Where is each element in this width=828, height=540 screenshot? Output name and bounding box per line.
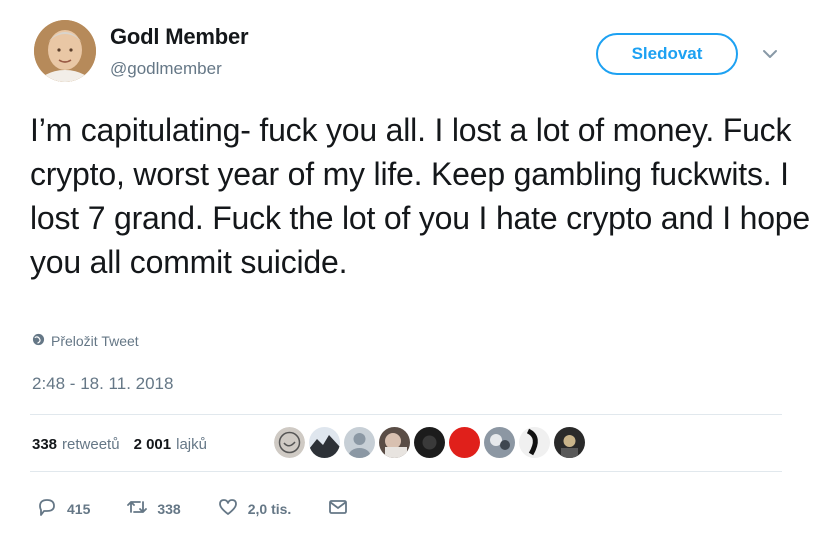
retweets-label[interactable]: retweetů — [62, 436, 120, 453]
liker-avatar[interactable] — [274, 427, 305, 458]
follow-button[interactable]: Sledovat — [596, 33, 738, 75]
divider — [30, 471, 782, 472]
liker-avatar[interactable] — [379, 427, 410, 458]
liker-avatar[interactable] — [449, 427, 480, 458]
message-icon — [327, 497, 349, 520]
timestamp[interactable]: 2:48 - 18. 11. 2018 — [32, 374, 173, 394]
like-count: 2,0 tis. — [247, 500, 292, 517]
translate-tweet-link[interactable]: Přeložit Tweet — [32, 333, 139, 349]
divider — [30, 414, 782, 415]
liker-avatar[interactable] — [309, 427, 340, 458]
retweets-count[interactable]: 338 — [32, 436, 57, 453]
direct-message-button[interactable] — [327, 497, 349, 520]
heart-icon — [217, 497, 239, 520]
globe-icon — [32, 333, 45, 349]
tweet-card: Godl Member @godlmember Sledovat I’m cap… — [0, 0, 828, 540]
like-button[interactable]: 2,0 tis. — [217, 497, 292, 520]
engagement-stats: 338 retweetů 2 001 lajků — [32, 436, 221, 453]
likes-count[interactable]: 2 001 — [134, 436, 172, 453]
retweet-icon — [126, 497, 148, 520]
reply-icon — [36, 497, 58, 520]
liker-avatar[interactable] — [519, 427, 550, 458]
tweet-text: I’m capitulating- fuck you all. I lost a… — [30, 112, 810, 280]
retweet-button[interactable]: 338 — [126, 497, 181, 520]
avatar[interactable] — [34, 20, 96, 82]
display-name[interactable]: Godl Member — [110, 24, 249, 50]
user-handle[interactable]: @godlmember — [110, 59, 222, 79]
retweet-count: 338 — [157, 500, 181, 517]
chevron-down-icon[interactable] — [758, 44, 782, 64]
reply-button[interactable]: 415 — [36, 497, 90, 520]
liker-avatar[interactable] — [484, 427, 515, 458]
liker-avatar[interactable] — [414, 427, 445, 458]
liker-avatar[interactable] — [554, 427, 585, 458]
liker-avatars — [274, 427, 585, 458]
tweet-actions: 415 338 2,0 tis. — [36, 497, 385, 520]
likes-label[interactable]: lajků — [176, 436, 207, 453]
reply-count: 415 — [67, 500, 91, 517]
translate-label: Přeložit Tweet — [51, 333, 139, 349]
liker-avatar[interactable] — [344, 427, 375, 458]
